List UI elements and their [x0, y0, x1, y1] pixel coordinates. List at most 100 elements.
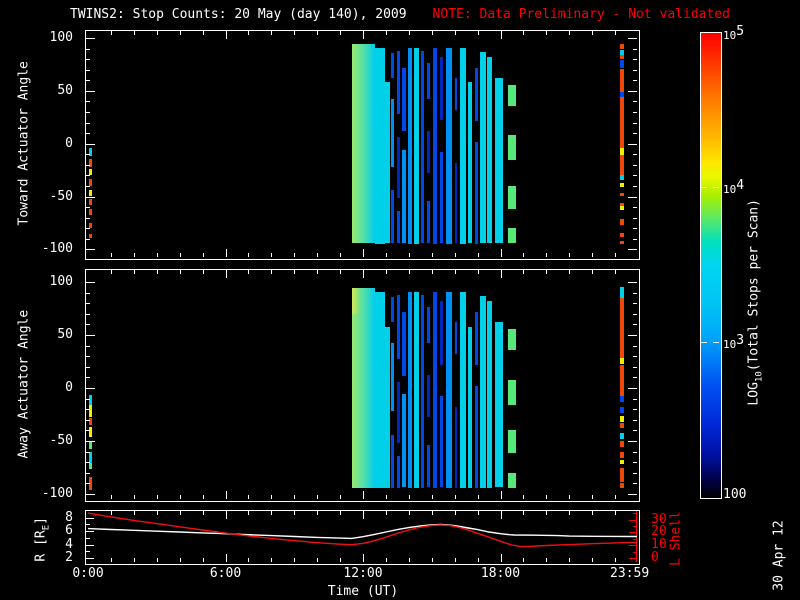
x-tick — [294, 495, 295, 499]
x-tick — [478, 495, 479, 499]
spectrogram-stripe — [620, 241, 624, 244]
y-tick — [628, 144, 637, 145]
spectrogram-stripe — [89, 190, 92, 196]
y-tick — [633, 228, 637, 229]
x-tick — [271, 31, 272, 35]
x-tick — [546, 31, 547, 35]
y-tick — [633, 218, 637, 219]
y-tick — [86, 165, 90, 166]
x-tick — [180, 270, 181, 274]
spectrogram-stripe — [440, 301, 443, 365]
spectrogram-stripe — [460, 48, 466, 244]
y-tick — [86, 483, 90, 484]
spectrogram-stripe — [508, 85, 516, 106]
x-tick — [523, 31, 524, 35]
x-tick-label: 23:59 — [610, 566, 650, 581]
y-tick — [86, 175, 90, 176]
y-tick — [86, 101, 90, 102]
x-tick — [409, 253, 410, 257]
y-tick — [633, 367, 637, 368]
x-tick-label: 12:00 — [343, 566, 383, 581]
y-tick — [633, 175, 637, 176]
colorbar-tick-label: 100 — [723, 487, 747, 502]
x-tick-label: 18:00 — [480, 566, 521, 581]
y-tick — [633, 133, 637, 134]
y-tick — [633, 430, 637, 431]
x-tick — [386, 253, 387, 257]
x-tick — [134, 495, 135, 499]
r-axis-label: R [RE] — [33, 517, 52, 562]
spectrogram-stripe — [397, 211, 400, 243]
x-tick — [592, 253, 593, 257]
spectrogram-stripe — [620, 433, 624, 439]
spectrogram-stripe — [408, 48, 412, 244]
spectrogram-stripe — [391, 99, 394, 167]
y-tick — [86, 49, 90, 50]
spectrogram-stripe — [89, 463, 92, 469]
spectrogram-stripe — [414, 292, 419, 488]
spectrogram-stripe — [460, 292, 466, 488]
x-tick-label: 0:00 — [72, 566, 104, 581]
x-tick — [180, 31, 181, 35]
x-tick — [111, 31, 112, 35]
x-tick — [363, 270, 364, 278]
spectrogram-stripe — [375, 292, 385, 488]
spectrogram-stripe — [391, 53, 394, 78]
x-tick — [226, 491, 227, 499]
x-tick — [340, 31, 341, 35]
spectrogram-stripe — [620, 219, 624, 225]
spectrogram-stripe — [385, 82, 390, 243]
spectrogram-stripe — [508, 329, 516, 350]
spectrogram-stripe — [620, 69, 624, 92]
y-tick — [86, 70, 90, 71]
angle-tick-label: 0 — [65, 135, 73, 151]
y-tick — [86, 314, 90, 315]
away-spectrogram-panel — [85, 269, 640, 502]
colorbar-tick — [701, 187, 707, 188]
y-tick — [633, 483, 637, 484]
colorbar-tick — [713, 187, 719, 188]
spectrogram-stripe — [397, 295, 400, 359]
spectrogram-stripe — [620, 396, 624, 402]
spectrogram-stripe — [427, 445, 430, 487]
spectrogram-stripe — [397, 51, 400, 114]
angle-tick-label: 100 — [49, 274, 73, 289]
x-tick — [271, 253, 272, 257]
spectrogram-stripe — [89, 427, 92, 437]
y-tick — [86, 282, 95, 283]
y-tick — [628, 441, 637, 442]
x-tick — [294, 253, 295, 257]
y-tick — [86, 367, 90, 368]
spectrogram-stripe — [455, 322, 457, 354]
x-tick — [455, 495, 456, 499]
x-tick — [523, 253, 524, 257]
spectrogram-stripe — [508, 228, 516, 243]
y-tick — [86, 38, 95, 39]
angle-tick-label: -100 — [41, 241, 73, 257]
x-tick — [111, 495, 112, 499]
x-tick — [569, 31, 570, 35]
y-tick — [633, 112, 637, 113]
y-tick — [633, 207, 637, 208]
x-tick — [569, 253, 570, 257]
x-tick — [501, 491, 502, 499]
y-tick — [86, 186, 90, 187]
spectrogram-stripe — [508, 135, 516, 160]
y-tick — [633, 80, 637, 81]
x-tick — [592, 495, 593, 499]
spectrogram-stripe — [446, 48, 452, 244]
x-tick — [386, 270, 387, 274]
x-tick — [134, 31, 135, 35]
spectrogram-stripe — [427, 63, 430, 99]
y-tick — [86, 462, 90, 463]
spectrogram-stripe — [391, 297, 394, 322]
spectrogram-stripe — [620, 175, 624, 180]
angle-tick-label: -50 — [49, 188, 73, 204]
x-tick — [271, 270, 272, 274]
spectrogram-stripe — [475, 68, 478, 121]
spectrogram-stripe — [620, 423, 624, 428]
spectrogram-stripe — [620, 193, 624, 196]
colorbar-tick — [713, 342, 719, 343]
y-tick — [633, 324, 637, 325]
angle-tick-label: -100 — [41, 486, 73, 501]
